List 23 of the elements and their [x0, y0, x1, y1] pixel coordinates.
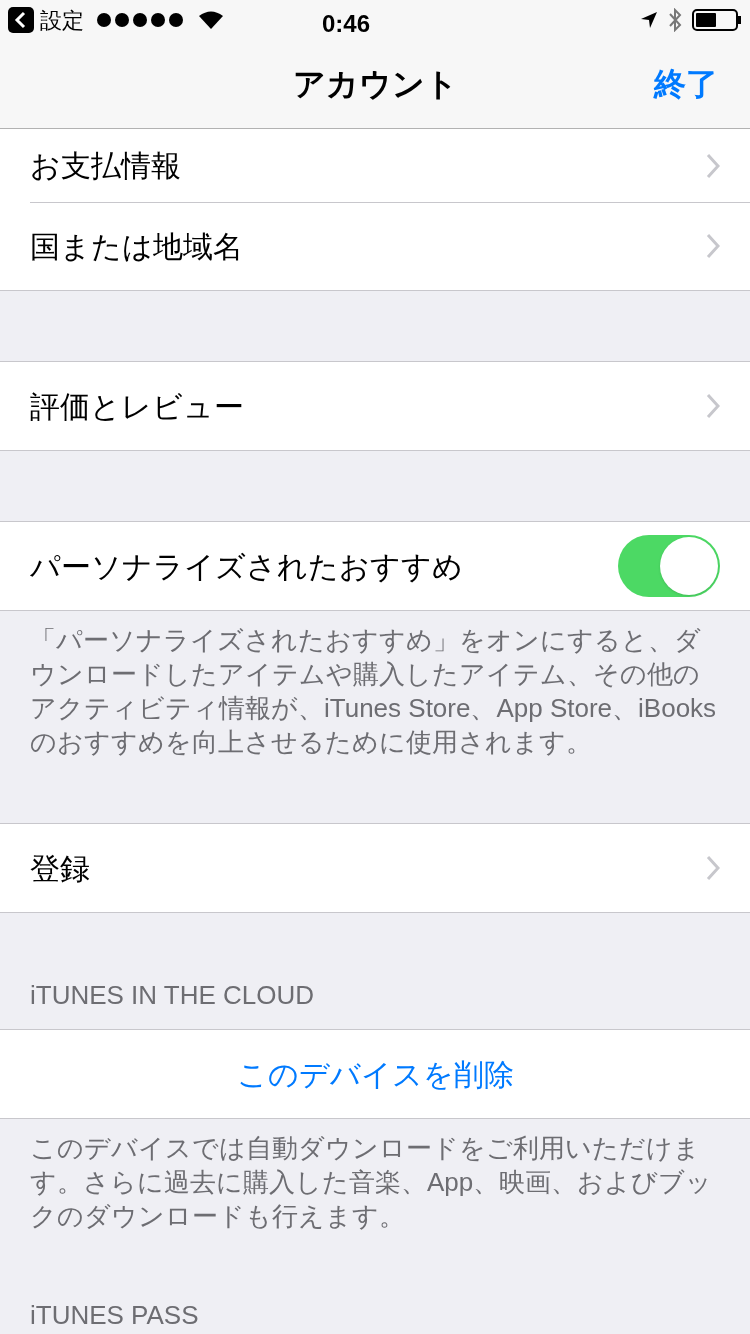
- location-icon: [640, 11, 658, 29]
- back-label[interactable]: 設定: [40, 3, 84, 37]
- bluetooth-icon: [668, 8, 682, 32]
- clock: 0:46: [322, 9, 371, 39]
- chevron-icon: [706, 233, 720, 259]
- chevron-icon: [706, 393, 720, 419]
- footer-note: 「パーソナライズされたおすすめ」をオンにすると、ダウンロードしたアイテムや購入したアイテム、その他のアクティビティ情報が、iTunes Store、App Store、iBooksのおすすめを向上させるために使用されます。: [30, 624, 718, 759]
- done-button[interactable]: 終了: [654, 60, 718, 108]
- row-label[interactable]: 登録: [30, 845, 90, 891]
- row-label: パーソナライズされたおすすめ: [30, 548, 463, 585]
- wifi-icon: [198, 10, 224, 30]
- row-label[interactable]: 評価とレビュー: [30, 383, 244, 429]
- footer-note: このデバイスでは自動ダウンロードをご利用いただけます。さらに過去に購入した音楽、App、映画、およびブックのダウンロードも行えます。: [30, 1132, 714, 1233]
- signal-icon: [96, 12, 186, 28]
- back-icon[interactable]: [8, 7, 34, 33]
- chevron-icon: [706, 855, 720, 881]
- row-label[interactable]: 国または地域名: [30, 223, 243, 269]
- battery-icon: [692, 9, 742, 31]
- section-header: iTUNES PASS: [30, 1299, 199, 1332]
- chevron-icon: [706, 152, 720, 179]
- section-header: iTUNES IN THE CLOUD: [30, 979, 315, 1012]
- nav-title: アカウント: [291, 65, 459, 104]
- row-label[interactable]: お支払情報: [30, 143, 181, 188]
